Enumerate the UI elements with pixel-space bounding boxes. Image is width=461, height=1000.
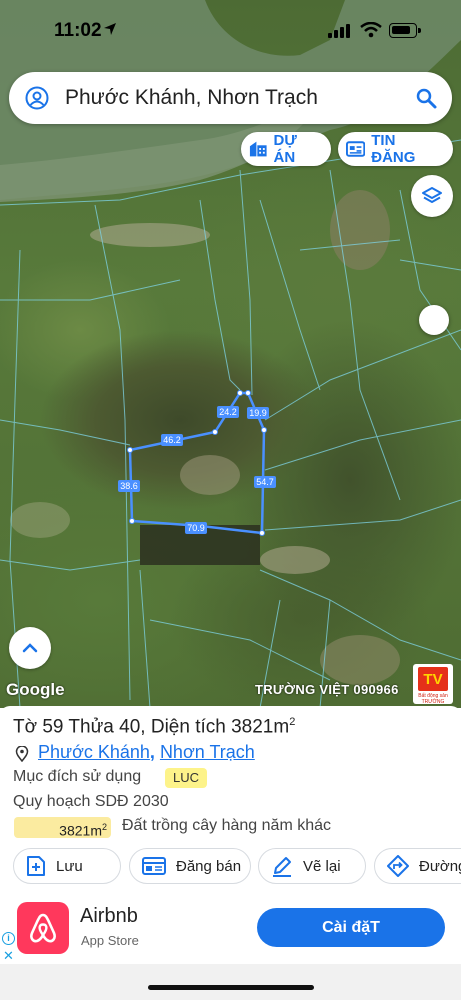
install-button[interactable]: Cài đặT	[257, 908, 445, 947]
satellite-map[interactable]: 24.2 19.9 46.2 38.6 54.7 70.9 11:02 Phướ…	[0, 0, 461, 708]
parcel-info-panel: Tờ 59 Thửa 40, Diện tích 3821m2 Phước Kh…	[0, 706, 461, 900]
draw-pen-icon	[273, 857, 291, 877]
projects-chip-label: DỰ ÁN	[273, 132, 297, 166]
purpose-label: Mục đích sử dụng	[13, 768, 142, 785]
ad-info-icon[interactable]: i	[2, 932, 15, 945]
layers-button[interactable]	[411, 175, 453, 217]
brand-logo-caption: Bất động sản TRƯỜNG	[418, 693, 448, 704]
location-pin-icon	[15, 746, 29, 762]
status-bar: 11:02	[0, 0, 461, 60]
directions-icon	[387, 855, 409, 877]
ad-store-label: App Store	[81, 933, 139, 948]
wifi-icon	[360, 22, 382, 38]
save-button[interactable]: Lưu	[13, 848, 121, 884]
search-bar[interactable]: Phước Khánh, Nhơn Trạch	[9, 72, 452, 124]
edge-label: 54.7	[254, 476, 276, 488]
battery-icon	[389, 23, 421, 38]
redraw-label: Vẽ lại	[303, 857, 341, 875]
clock: 11:02	[54, 20, 102, 41]
map-watermark: TRƯỜNG VIỆT 090966	[255, 682, 399, 697]
layers-icon	[422, 187, 442, 203]
directions-label: Đường	[419, 857, 461, 875]
district-link[interactable]: Nhơn Trạch	[160, 742, 255, 762]
directions-button[interactable]: Đường	[374, 848, 461, 884]
parcel-address: Phước Khánh, Nhơn Trạch	[38, 742, 255, 762]
google-logo: Google	[6, 680, 65, 699]
search-query[interactable]: Phước Khánh, Nhơn Trạch	[65, 84, 318, 112]
edge-label: 70.9	[185, 522, 207, 534]
ad-app-name: Airbnb	[80, 905, 138, 927]
projects-chip[interactable]: DỰ ÁN	[241, 132, 331, 166]
save-label: Lưu	[56, 857, 83, 875]
ad-close-icon[interactable]: ✕	[3, 948, 14, 964]
expand-up-button[interactable]	[9, 627, 51, 669]
parcel-title: Tờ 59 Thửa 40, Diện tích 3821m2	[13, 716, 296, 738]
listing-card-icon	[142, 857, 166, 875]
ward-link[interactable]: Phước Khánh	[38, 742, 150, 762]
land-type: Đất trồng cây hàng năm khác	[122, 817, 332, 834]
cellular-signal-icon	[328, 24, 350, 38]
brand-logo-mark: TV	[418, 667, 448, 691]
plan-label: Quy hoạch SDĐ 2030	[13, 793, 169, 810]
edge-label: 38.6	[118, 480, 140, 492]
airbnb-app-icon[interactable]	[17, 902, 69, 954]
brand-logo: TV Bất động sản TRƯỜNG	[413, 664, 453, 704]
purpose-badge: LUC	[165, 768, 208, 788]
redraw-button[interactable]: Vẽ lại	[258, 848, 366, 884]
home-indicator[interactable]	[148, 985, 314, 990]
listing-card-icon	[346, 141, 366, 157]
edge-label: 19.9	[247, 407, 269, 419]
edge-label: 46.2	[161, 434, 183, 446]
listings-chip-label: TIN ĐĂNG	[371, 132, 416, 166]
post-for-sale-label: Đăng bán	[176, 857, 242, 875]
post-for-sale-button[interactable]: Đăng bán	[129, 848, 251, 884]
opacity-slider-handle[interactable]	[419, 305, 449, 335]
chevron-up-icon	[22, 643, 38, 653]
location-arrow-icon	[104, 23, 116, 35]
edge-label: 24.2	[217, 406, 239, 418]
ad-banner[interactable]: i ✕ Airbnb App Store Cài đặT	[0, 900, 461, 964]
listings-chip[interactable]: TIN ĐĂNG	[338, 132, 453, 166]
search-icon[interactable]	[414, 86, 438, 110]
add-document-icon	[27, 856, 45, 876]
area-badge: 3821m2	[14, 817, 111, 839]
action-bar: Lưu Đăng bán Vẽ lại Đường	[0, 848, 461, 886]
airbnb-logo-icon	[30, 913, 56, 943]
account-icon[interactable]	[25, 86, 49, 110]
building-icon	[249, 141, 267, 157]
bottom-safe-area	[0, 964, 461, 1000]
